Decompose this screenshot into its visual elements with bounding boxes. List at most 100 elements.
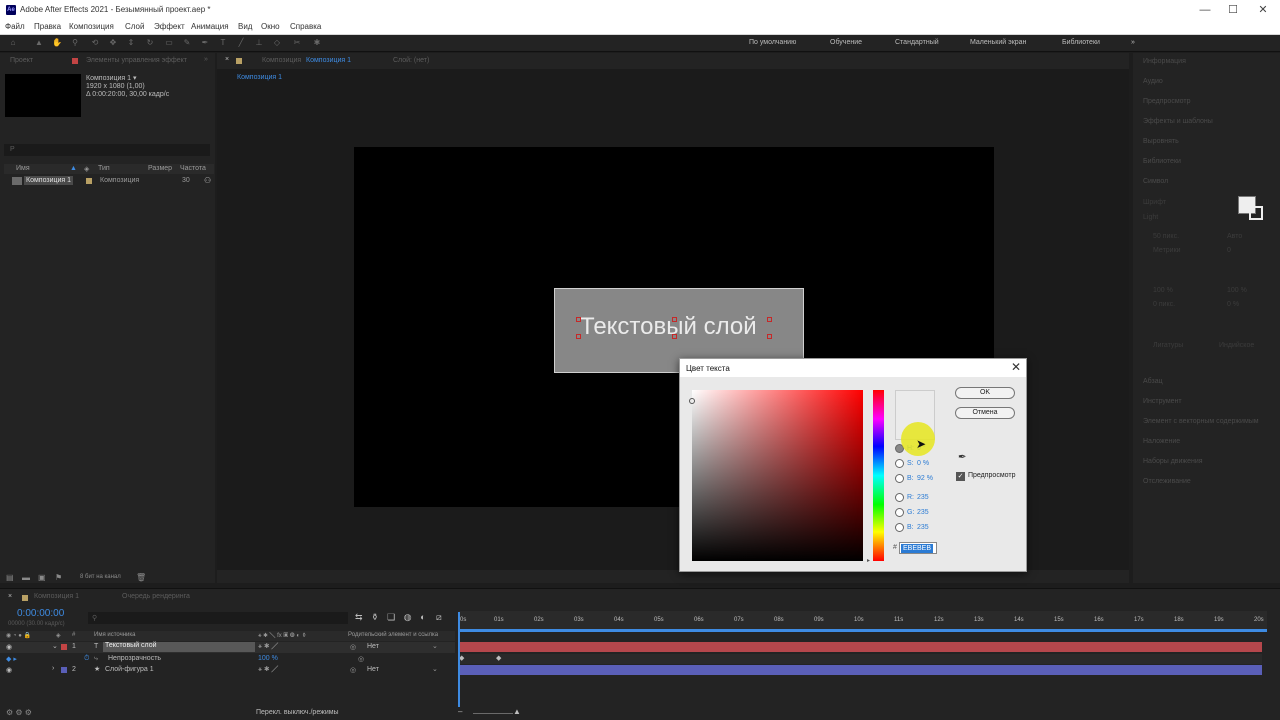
font-size-field[interactable]: 50 пикс.: [1153, 233, 1179, 240]
menu-layer[interactable]: Слой: [125, 22, 144, 31]
panel-overlay[interactable]: Наложение: [1143, 438, 1180, 445]
trash-icon[interactable]: 🗑: [136, 573, 146, 582]
brush-tool-icon[interactable]: ╱: [236, 38, 246, 48]
zoom-tool-icon[interactable]: ⚲: [70, 38, 80, 48]
bit-depth-label[interactable]: 8 бит на канал: [80, 574, 121, 580]
leading-field[interactable]: Авто: [1227, 233, 1242, 240]
graph-editor-icon[interactable]: ⧄: [436, 612, 442, 622]
zoom-slider[interactable]: [473, 713, 513, 714]
brightness-value[interactable]: 92 %: [917, 475, 933, 482]
layer-switches-icon[interactable]: ⚹ ✱ ╱: [258, 643, 278, 651]
pen-tool-icon[interactable]: ✎: [182, 38, 192, 48]
hex-input[interactable]: EBEBEB: [899, 542, 937, 554]
property-pick-whip-icon[interactable]: ◎: [358, 655, 364, 663]
radio-saturation[interactable]: [895, 459, 904, 468]
kerning-field[interactable]: Метрики: [1153, 247, 1181, 254]
preview-checkbox[interactable]: ✓: [956, 472, 965, 481]
eraser-tool-icon[interactable]: ◇: [272, 38, 282, 48]
font-family-field[interactable]: Шрифт: [1143, 199, 1166, 206]
frame-blending-icon[interactable]: ◍: [404, 612, 412, 622]
layer-label-color[interactable]: [61, 644, 67, 650]
hue-slider[interactable]: [873, 390, 884, 561]
panel-audio[interactable]: Аудио: [1143, 78, 1163, 85]
project-search-input[interactable]: Р: [4, 144, 210, 156]
stroke-color-swatch[interactable]: [1249, 206, 1263, 220]
menu-view[interactable]: Вид: [238, 22, 252, 31]
workspace-default[interactable]: По умолчанию: [749, 39, 796, 46]
type-tool-icon[interactable]: T: [218, 38, 228, 48]
layer-switches-icon[interactable]: ⚹ ✱ ╱: [258, 666, 278, 674]
parent-dropdown[interactable]: Нет: [367, 643, 379, 650]
eyedropper-icon[interactable]: ✒: [958, 452, 966, 463]
panel-vector-content[interactable]: Элемент с векторным содержимым: [1143, 418, 1259, 425]
pick-whip-icon[interactable]: ◎: [350, 666, 356, 674]
tab-effect-controls[interactable]: Элементы управления эффект: [86, 57, 187, 64]
radio-brightness[interactable]: [895, 474, 904, 483]
radio-red[interactable]: [895, 493, 904, 502]
workspace-libraries[interactable]: Библиотеки: [1062, 39, 1100, 46]
parent-dropdown[interactable]: Нет: [367, 666, 379, 673]
motion-blur-icon[interactable]: ◐: [420, 612, 425, 622]
table-row[interactable]: ◉ › 2 ★ Слой-фигура 1 ⚹ ✱ ╱ ◎ Нет ⌄: [0, 665, 455, 676]
color-field-cursor[interactable]: [689, 398, 695, 404]
col-name[interactable]: Имя: [16, 165, 30, 172]
property-row[interactable]: ◆ ▸ ⏱ ⤷ Непрозрачность 100 % ◎: [0, 654, 455, 665]
dolly-tool-icon[interactable]: ⇕: [126, 38, 136, 48]
red-value[interactable]: 235: [917, 494, 929, 501]
timeline-close-icon[interactable]: ×: [8, 593, 12, 600]
new-folder-icon[interactable]: ▬: [22, 573, 30, 582]
rect-tool-icon[interactable]: ▭: [164, 38, 174, 48]
workspace-learn[interactable]: Обучение: [830, 39, 862, 46]
maximize-button[interactable]: ☐: [1226, 3, 1240, 17]
orbit-tool-icon[interactable]: ⟲: [90, 38, 100, 48]
horizontal-scale-field[interactable]: 100 %: [1227, 287, 1247, 294]
transform-handle[interactable]: [767, 334, 772, 339]
panel-character[interactable]: Символ: [1143, 178, 1168, 185]
ligatures-checkbox[interactable]: Лигатуры: [1153, 342, 1183, 349]
keyframe-navigator-icon[interactable]: ◆ ▸: [6, 655, 17, 663]
current-timecode[interactable]: 0:00:00:00: [17, 608, 64, 619]
tracking-field[interactable]: 0: [1227, 247, 1231, 254]
hand-tool-icon[interactable]: ✋: [52, 38, 62, 48]
visibility-eye-icon[interactable]: ◉: [6, 643, 12, 651]
interpret-footage-icon[interactable]: ▤: [6, 573, 14, 582]
keyframe-icon[interactable]: ◆: [496, 654, 501, 662]
pan-tool-icon[interactable]: ✥: [108, 38, 118, 48]
stamp-tool-icon[interactable]: ⊥: [254, 38, 264, 48]
tab-composition-1[interactable]: Композиция 1: [306, 57, 351, 64]
home-icon[interactable]: ⌂: [8, 38, 18, 48]
menu-window[interactable]: Окно: [261, 22, 280, 31]
rotate-tool-icon[interactable]: ↻: [145, 38, 155, 48]
expand-chevron-right-icon[interactable]: ›: [52, 665, 54, 672]
transform-handle[interactable]: [672, 317, 677, 322]
baseline-shift-field[interactable]: 0 пикс.: [1153, 301, 1175, 308]
close-window-button[interactable]: ✕: [1256, 3, 1270, 17]
panel-tool[interactable]: Инструмент: [1143, 398, 1182, 405]
panel-libraries[interactable]: Библиотеки: [1143, 158, 1181, 165]
saturation-brightness-field[interactable]: [692, 390, 863, 561]
comp-mini-flowchart-icon[interactable]: ⇆: [355, 612, 363, 622]
col-size[interactable]: Размер: [148, 165, 172, 172]
hue-slider-arrow-icon[interactable]: ▸: [867, 557, 870, 564]
list-item[interactable]: Композиция 1 Композиция 30 ⚇: [4, 176, 214, 187]
puppet-tool-icon[interactable]: ✱: [312, 38, 322, 48]
transform-handle[interactable]: [767, 317, 772, 322]
panel-preview[interactable]: Предпросмотр: [1143, 98, 1190, 105]
tab-render-queue[interactable]: Очередь рендеринга: [122, 593, 190, 600]
panel-motion-presets[interactable]: Наборы движения: [1143, 458, 1203, 465]
saturation-value[interactable]: 0 %: [917, 460, 929, 467]
parent-chevron-down-icon[interactable]: ⌄: [432, 665, 438, 673]
tab-timeline-comp[interactable]: Композиция 1: [34, 593, 79, 600]
selection-tool-icon[interactable]: ▲: [34, 38, 44, 48]
shy-layers-icon[interactable]: ❏: [387, 612, 395, 622]
dialog-close-icon[interactable]: ✕: [1011, 360, 1021, 374]
draft-3d-icon[interactable]: ⚱: [371, 612, 379, 622]
text-layer-content[interactable]: Текстовый слой: [580, 313, 757, 341]
menu-effect[interactable]: Эффект: [154, 22, 185, 31]
visibility-eye-icon[interactable]: ◉: [6, 666, 12, 674]
timeline-search-input[interactable]: ⚲: [88, 612, 348, 624]
col-fps[interactable]: Частота: [180, 165, 206, 172]
zoom-out-icon[interactable]: –: [458, 707, 462, 716]
workspace-small-screen[interactable]: Маленький экран: [970, 39, 1026, 46]
ok-button[interactable]: OK: [955, 387, 1015, 399]
